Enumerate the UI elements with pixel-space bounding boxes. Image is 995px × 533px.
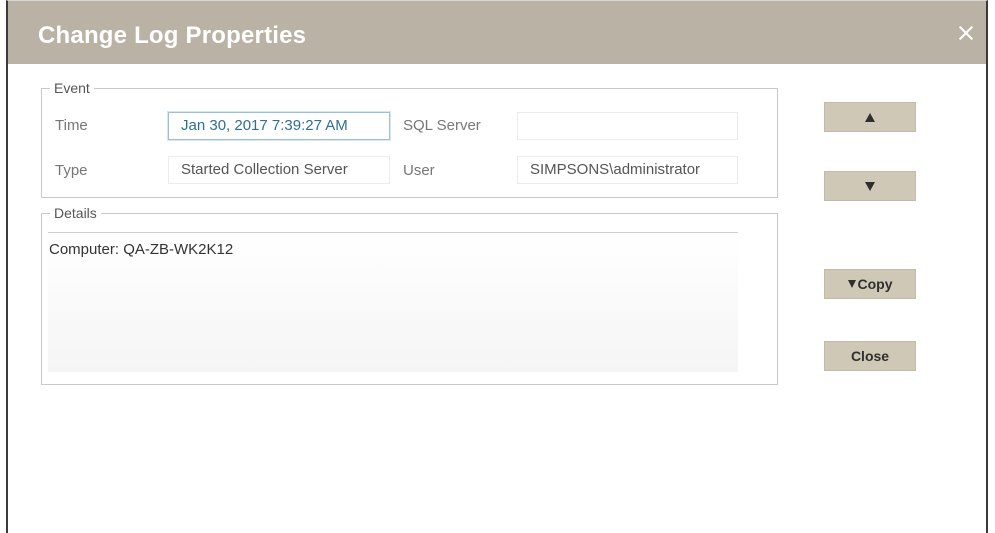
copy-button[interactable]: Copy bbox=[824, 269, 916, 299]
up-arrow-icon bbox=[865, 112, 875, 122]
move-down-button[interactable] bbox=[824, 171, 916, 201]
type-label: Type bbox=[55, 162, 88, 179]
details-textarea[interactable]: Computer: QA-ZB-WK2K12 bbox=[48, 232, 738, 372]
close-label: Close bbox=[850, 348, 890, 364]
down-arrow-icon bbox=[865, 181, 875, 191]
copy-label: Copy bbox=[857, 276, 893, 292]
dialog-title: Change Log Properties bbox=[38, 22, 307, 49]
event-legend: Event bbox=[54, 80, 90, 96]
user-label: User bbox=[403, 162, 435, 179]
move-up-button[interactable] bbox=[824, 102, 916, 132]
type-field[interactable]: Started Collection Server bbox=[168, 156, 390, 184]
copy-arrow-icon bbox=[847, 280, 856, 288]
close-button[interactable]: Close bbox=[824, 341, 916, 371]
user-field[interactable]: SIMPSONS\administrator bbox=[517, 156, 738, 184]
details-legend: Details bbox=[54, 205, 97, 221]
time-field[interactable]: Jan 30, 2017 7:39:27 AM bbox=[168, 112, 390, 140]
sql-server-field[interactable] bbox=[517, 112, 738, 140]
close-icon[interactable] bbox=[958, 25, 974, 41]
time-label: Time bbox=[55, 117, 88, 134]
dialog-titlebar: Change Log Properties bbox=[8, 1, 986, 64]
sql-server-label: SQL Server bbox=[403, 117, 481, 134]
